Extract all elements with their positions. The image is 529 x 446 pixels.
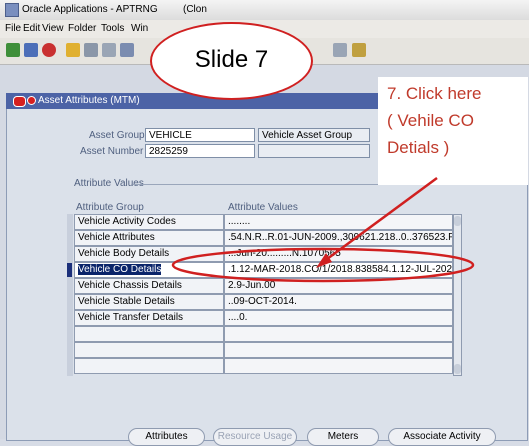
pointer-arrow-head (316, 253, 332, 268)
annotation-layer (171, 176, 475, 283)
